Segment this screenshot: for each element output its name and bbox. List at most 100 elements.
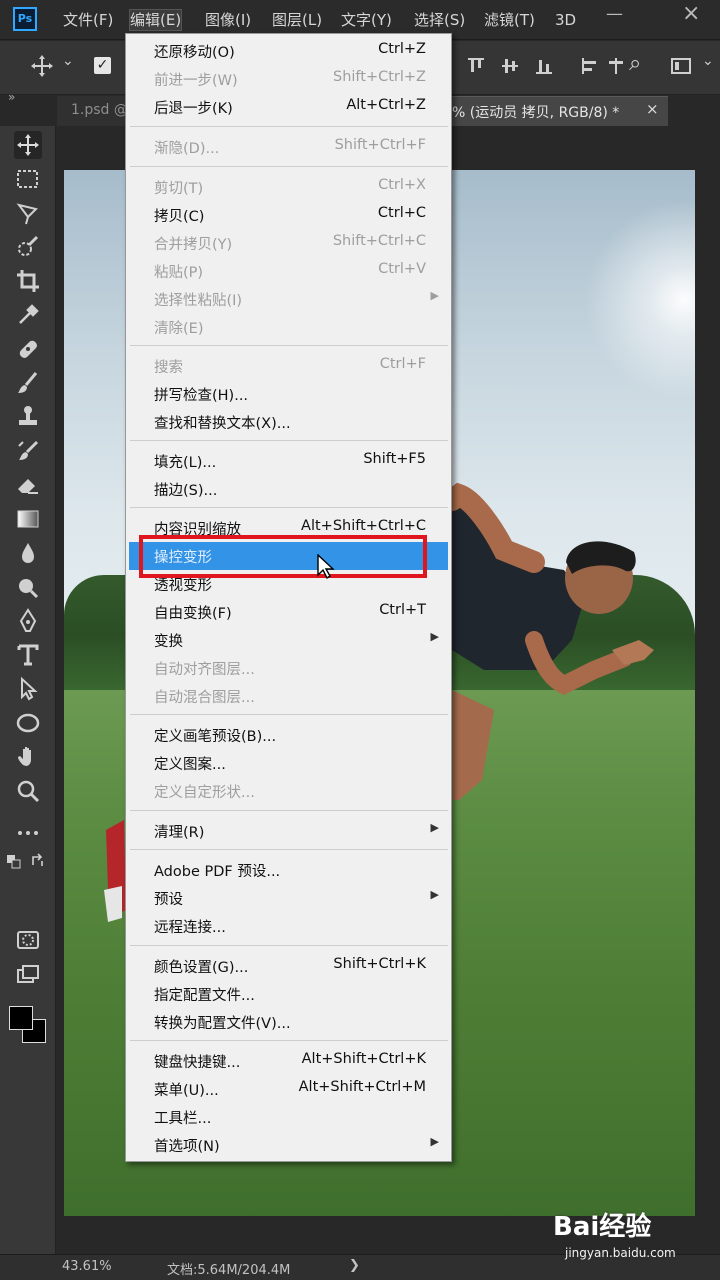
type-icon[interactable] [14, 641, 42, 669]
align-hcenter-icon[interactable] [606, 56, 626, 76]
menu-filter[interactable]: 滤镜(T) [484, 10, 535, 30]
screen-mode-icon[interactable] [14, 961, 42, 989]
path-select-icon[interactable] [14, 675, 42, 703]
auto-select-checkbox[interactable]: ✓ [94, 57, 111, 74]
menu-item-fill[interactable]: 填充(L)... Shift+F5 [129, 447, 448, 475]
close-tab-icon[interactable]: × [646, 100, 659, 118]
menu-item-find-replace-text[interactable]: 查找和替换文本(X)... [129, 408, 448, 436]
healing-icon[interactable] [14, 335, 42, 363]
menu-item-assign-profile[interactable]: 指定配置文件... [129, 980, 448, 1008]
menu-item-auto-blend-layers: 自动混合图层... [129, 682, 448, 710]
swap-colors-icon[interactable] [30, 853, 46, 869]
dodge-icon[interactable] [14, 573, 42, 601]
default-colors-icon[interactable] [6, 854, 22, 870]
menu-item-purge[interactable]: 清理(R) ▶ [129, 817, 448, 845]
menu-item-clear: 清除(E) [129, 313, 448, 341]
align-bottom-icon[interactable] [534, 56, 554, 76]
document-tab-active-label: % (运动员 拷贝, RGB/8) * [452, 105, 620, 121]
marquee-icon[interactable] [14, 165, 42, 193]
zoom-icon[interactable] [14, 777, 42, 805]
menu-item-keyboard-shortcuts[interactable]: 键盘快捷键... Alt+Shift+Ctrl+K [129, 1047, 448, 1075]
menu-item-label: 拼写检查(H)... [154, 388, 249, 404]
menu-item-label: 清除(E) [154, 321, 204, 337]
menu-item-menus[interactable]: 菜单(U)... Alt+Shift+Ctrl+M [129, 1075, 448, 1103]
minimize-button[interactable]: — [606, 4, 623, 24]
menu-item-cut: 剪切(T) Ctrl+X [129, 173, 448, 201]
more-tools-icon[interactable] [14, 819, 42, 847]
menu-item-paste: 粘贴(P) Ctrl+V [129, 257, 448, 285]
menu-item-label: 定义自定形状... [154, 785, 255, 801]
menu-item-define-custom-shape: 定义自定形状... [129, 777, 448, 805]
quick-mask-icon[interactable] [14, 926, 42, 954]
menu-layer[interactable]: 图层(L) [272, 10, 322, 30]
close-window-button[interactable]: × [682, 1, 700, 26]
workspace-dropdown-icon[interactable]: ⌄ [702, 53, 714, 69]
submenu-arrow-icon: ▶ [430, 1135, 439, 1148]
menu-item-convert-to-profile[interactable]: 转换为配置文件(V)... [129, 1008, 448, 1036]
align-top-icon[interactable] [466, 56, 486, 76]
blur-icon[interactable] [14, 539, 42, 567]
menu-item-label: 工具栏... [154, 1111, 212, 1127]
document-tab-inactive-label: 1.psd @ [71, 102, 128, 118]
search-icon[interactable]: ⌕ [629, 51, 641, 76]
menu-item-search: 搜索 Ctrl+F [129, 352, 448, 380]
submenu-arrow-icon: ▶ [430, 888, 439, 901]
menu-item-shortcut: Alt+Shift+Ctrl+C [301, 518, 426, 534]
menu-item-preferences[interactable]: 首选项(N) ▶ [129, 1131, 448, 1159]
status-menu-icon[interactable]: ❯ [349, 1258, 360, 1273]
menu-image[interactable]: 图像(I) [205, 10, 251, 30]
menu-item-color-settings[interactable]: 颜色设置(G)... Shift+Ctrl+K [129, 952, 448, 980]
pen-icon[interactable] [14, 607, 42, 635]
eyedropper-icon[interactable] [14, 301, 42, 329]
eraser-icon[interactable] [14, 471, 42, 499]
ellipse-icon[interactable] [14, 709, 42, 737]
menu-item-adobe-pdf-presets[interactable]: Adobe PDF 预设... [129, 856, 448, 884]
menu-item-label: 键盘快捷键... [154, 1055, 241, 1071]
menu-item-shortcut: Ctrl+T [379, 602, 426, 618]
stamp-icon[interactable] [14, 403, 42, 431]
menu-item-copy[interactable]: 拷贝(C) Ctrl+C [129, 201, 448, 229]
move-icon[interactable] [14, 131, 42, 159]
collapse-panels-icon[interactable]: » [8, 90, 15, 104]
menu-separator [130, 345, 448, 346]
workspace-icon[interactable] [671, 58, 691, 74]
zoom-level[interactable]: 43.61% [62, 1259, 112, 1274]
menu-item-remote-connections[interactable]: 远程连接... [129, 912, 448, 940]
align-vcenter-icon[interactable] [500, 56, 520, 76]
quick-select-icon[interactable] [14, 233, 42, 261]
brush-icon[interactable] [14, 369, 42, 397]
tool-preset-dropdown-icon[interactable]: ⌄ [62, 53, 74, 69]
menu-item-free-transform[interactable]: 自由变换(F) Ctrl+T [129, 598, 448, 626]
menu-file[interactable]: 文件(F) [63, 10, 113, 30]
lasso-icon[interactable] [14, 199, 42, 227]
align-left-icon[interactable] [580, 56, 600, 76]
menu-edit[interactable]: 编辑(E) [128, 9, 183, 31]
menu-item-define-pattern[interactable]: 定义图案... [129, 749, 448, 777]
menu-item-step-backward[interactable]: 后退一步(K) Alt+Ctrl+Z [129, 93, 448, 121]
menu-item-toolbar[interactable]: 工具栏... [129, 1103, 448, 1131]
menu-type[interactable]: 文字(Y) [341, 10, 392, 30]
menu-select[interactable]: 选择(S) [414, 10, 465, 30]
menu-item-transform[interactable]: 变换 ▶ [129, 626, 448, 654]
menu-item-check-spelling[interactable]: 拼写检查(H)... [129, 380, 448, 408]
menu-separator [130, 166, 448, 167]
menu-item-shortcut: Ctrl+X [378, 177, 426, 193]
menu-item-define-brush-preset[interactable]: 定义画笔预设(B)... [129, 721, 448, 749]
menu-item-shortcut: Ctrl+V [378, 261, 426, 277]
menu-3d[interactable]: 3D [555, 10, 576, 30]
history-brush-icon[interactable] [14, 437, 42, 465]
menu-item-presets[interactable]: 预设 ▶ [129, 884, 448, 912]
foreground-color-swatch[interactable] [9, 1006, 33, 1030]
document-tab-active[interactable]: % (运动员 拷贝, RGB/8) * × [452, 96, 668, 126]
menu-item-label: 后退一步(K) [154, 101, 233, 117]
menu-item-shortcut: Ctrl+C [377, 205, 426, 221]
mouse-cursor-icon [317, 554, 335, 580]
hand-icon[interactable] [14, 743, 42, 771]
gradient-icon[interactable] [14, 505, 42, 533]
edit-dropdown-menu: 还原移动(O) Ctrl+Z 前进一步(W) Shift+Ctrl+Z 后退一步(K) A… [125, 33, 452, 1162]
menu-item-step-forward: 前进一步(W) Shift+Ctrl+Z [129, 65, 448, 93]
menu-item-undo-move[interactable]: 还原移动(O) Ctrl+Z [129, 37, 448, 65]
crop-icon[interactable] [14, 267, 42, 295]
move-tool-icon[interactable] [30, 54, 54, 83]
menu-item-stroke[interactable]: 描边(S)... [129, 475, 448, 503]
